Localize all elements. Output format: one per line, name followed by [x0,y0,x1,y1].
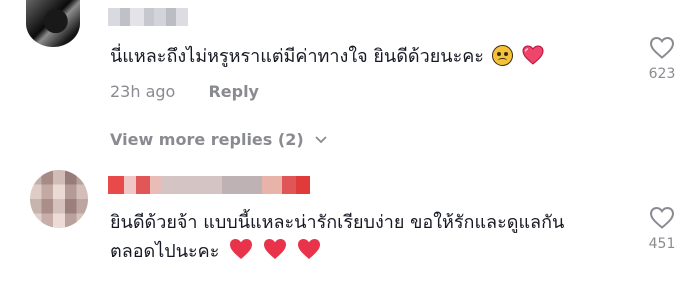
avatar[interactable] [26,0,80,47]
red-heart-icon [263,239,286,259]
comment-body-line2: ตลอดไปนะคะ [110,241,220,262]
timestamp: 23h ago [110,82,176,101]
view-more-replies[interactable]: View more replies (2) [110,130,327,149]
like-button[interactable]: 623 [642,36,682,82]
avatar[interactable] [30,170,88,228]
comment-text: ยินดีด้วยจ้า แบบนี้แหละน่ารักเรียบง่าย ข… [110,208,564,266]
worried-face-icon [491,45,513,66]
comment-meta: 23h ago Reply [110,82,259,101]
comment-text: นี่แหละถึงไม่หรูหราแต่มีค่าทางใจ ยินดีด้… [110,42,544,71]
red-heart-icon [230,239,253,259]
heart-outline-icon [649,36,675,59]
comment-body: นี่แหละถึงไม่หรูหราแต่มีค่าทางใจ ยินดีด้… [110,46,484,67]
username-blurred[interactable] [108,176,310,194]
chevron-down-icon [315,136,327,144]
red-heart-icon [297,239,320,259]
reply-button[interactable]: Reply [208,82,259,101]
sparkling-heart-icon [522,45,544,65]
view-more-label: View more replies (2) [110,130,304,149]
comment-body-line1: ยินดีด้วยจ้า แบบนี้แหละน่ารักเรียบง่าย ข… [110,212,565,233]
heart-outline-icon [649,206,675,229]
username-blurred[interactable] [108,8,188,26]
like-button[interactable]: 451 [642,206,682,252]
like-count: 451 [648,236,676,252]
like-count: 623 [648,66,676,82]
